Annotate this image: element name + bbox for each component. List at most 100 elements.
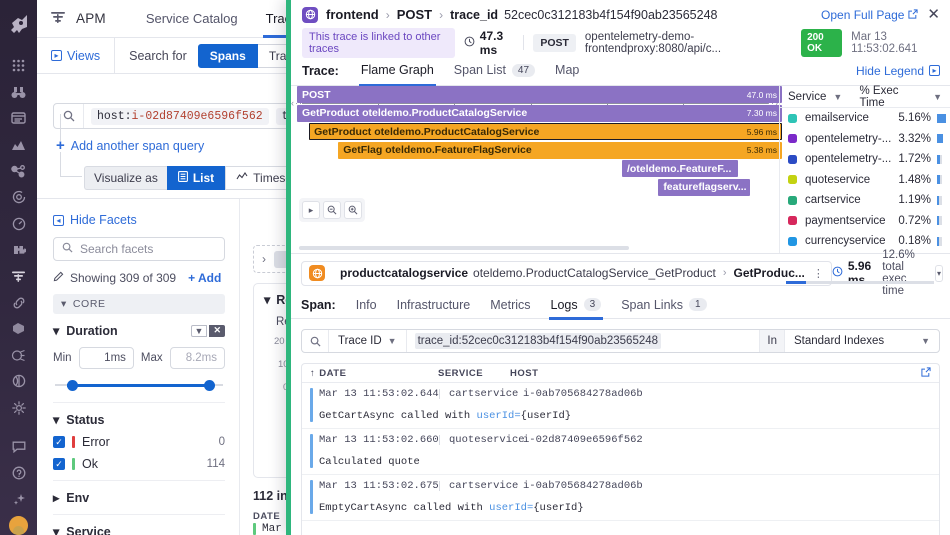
log-row[interactable]: Mar 13 11:53:02.660quoteservicei-02d8740… (302, 429, 939, 475)
tab-flame-graph[interactable]: Flame Graph (351, 56, 444, 85)
performance-gauge-icon[interactable] (6, 212, 32, 236)
span-service-name[interactable]: productcatalogservice (340, 266, 468, 280)
tab-span-links[interactable]: Span Links 1 (611, 292, 716, 319)
viz-option-list[interactable]: List (167, 166, 225, 190)
tab-info[interactable]: Info (346, 292, 387, 319)
modal-method[interactable]: POST (397, 7, 432, 22)
apm-menu-icon[interactable] (50, 10, 66, 27)
close-icon[interactable]: ✕ (927, 7, 940, 22)
legend-rows[interactable]: emailservice5.16%opentelemetry-...3.32%o… (780, 108, 950, 252)
facet-filter-icon[interactable]: ▼ (191, 325, 208, 337)
edit-pencil-icon[interactable] (53, 271, 64, 285)
global-nav-rail[interactable] (0, 0, 37, 535)
ci-gear-icon[interactable] (6, 396, 32, 420)
request-url[interactable]: opentelemetry-demo-frontendproxy:8080/ap… (585, 31, 792, 55)
facet-value-error[interactable]: ✓ Error 0 (53, 435, 225, 449)
facet-duration-header[interactable]: ▾ Duration ▼ ✕ (53, 323, 225, 338)
flame-bar-2[interactable]: GetProduct oteldemo.ProductCatalogServic… (309, 123, 782, 140)
legend-row[interactable]: quoteservice1.48% (780, 170, 950, 191)
reset-view-icon[interactable]: ▸ (302, 201, 320, 219)
legend-row[interactable]: cartservice1.19% (780, 190, 950, 211)
log-search-bar[interactable]: Trace ID ▼ trace_id:52cec0c312183b4f154f… (301, 329, 940, 353)
help-icon[interactable] (6, 461, 32, 485)
open-full-page-button[interactable]: Open Full Page (821, 8, 918, 22)
span-breadcrumb[interactable]: productcatalogservice oteldemo.ProductCa… (301, 261, 832, 286)
flame-bar-4[interactable]: /oteldemo.FeatureF... (622, 160, 738, 177)
facet-status-header[interactable]: ▾ Status (53, 412, 225, 427)
log-row[interactable]: Mar 13 11:53:02.644cartservicei-0ab70568… (302, 383, 939, 429)
integrations-puzzle-icon[interactable] (6, 238, 32, 262)
feedback-chat-icon[interactable] (6, 435, 32, 459)
traces-link-icon[interactable] (6, 290, 32, 314)
zoom-in-icon[interactable] (344, 201, 362, 219)
facet-clear-icon[interactable]: ✕ (209, 325, 225, 337)
legend-row[interactable]: emailservice5.16% (780, 108, 950, 129)
user-avatar[interactable] (9, 516, 28, 534)
span-name-truncated[interactable]: GetProduc... (734, 266, 805, 280)
legend-col-service[interactable]: Service▼ (788, 91, 860, 103)
legend-col-exec-time[interactable]: % Exec Time▼ (860, 85, 942, 109)
logs-stack-icon[interactable] (6, 317, 32, 341)
duration-max-input[interactable]: 8.2ms (170, 347, 225, 369)
legend-row[interactable]: opentelemetry-...1.72% (780, 149, 950, 170)
log-search-scope-select[interactable]: Trace ID ▼ (328, 330, 407, 352)
facet-search-input[interactable]: Search facets (53, 237, 225, 261)
log-col-host[interactable]: HOST (510, 368, 921, 379)
facet-service-header[interactable]: ▾ Service (53, 524, 225, 535)
log-col-service[interactable]: SERVICE (438, 368, 510, 379)
flame-graph-scrollbar[interactable] (299, 246, 629, 250)
watchdog-binoculars-icon[interactable] (6, 80, 32, 104)
open-logs-external-icon[interactable] (921, 367, 931, 380)
collapse-span-panel-icon[interactable]: ▾ (935, 265, 943, 282)
synthetics-target-icon[interactable] (6, 185, 32, 209)
modal-service-name[interactable]: frontend (326, 7, 379, 22)
query-chip-host[interactable]: host:i-02d87409e6596f562 (91, 108, 269, 125)
dashboards-icon[interactable] (6, 106, 32, 130)
security-icon[interactable] (6, 369, 32, 393)
tab-infrastructure[interactable]: Infrastructure (387, 292, 481, 319)
apm-filter-icon[interactable] (6, 264, 32, 288)
hide-legend-button[interactable]: Hide Legend ▸ (856, 64, 940, 78)
checkbox-checked-icon[interactable]: ✓ (53, 436, 65, 448)
ai-sparkle-icon[interactable] (6, 487, 32, 511)
facet-section-core[interactable]: ▾ CORE (53, 294, 225, 314)
segment-spans[interactable]: Spans (198, 44, 258, 68)
log-row[interactable]: Mar 13 11:53:02.675cartservicei-0ab70568… (302, 475, 939, 521)
metrics-area-chart-icon[interactable] (6, 133, 32, 157)
log-rows[interactable]: Mar 13 11:53:02.644cartservicei-0ab70568… (302, 383, 939, 521)
flame-bar-0[interactable]: POST47.0 ms (297, 86, 782, 103)
nav-tab-service-catalog[interactable]: Service Catalog (132, 0, 252, 38)
log-search-query-input[interactable]: trace_id:52cec0c312183b4f154f90ab2356524… (407, 330, 760, 352)
legend-row[interactable]: paymentservice0.72% (780, 211, 950, 232)
tab-metrics[interactable]: Metrics (480, 292, 540, 319)
add-span-query-button[interactable]: + Add another span query (56, 138, 204, 153)
legend-row[interactable]: opentelemetry-...3.32% (780, 129, 950, 150)
facet-add-button[interactable]: + Add (188, 271, 221, 285)
service-map-icon[interactable] (6, 159, 32, 183)
log-col-date[interactable]: ↑ DATE (310, 368, 438, 379)
span-more-options-icon[interactable]: ⋮ (813, 267, 824, 280)
duration-min-input[interactable]: 1ms (79, 347, 134, 369)
facet-value-ok[interactable]: ✓ Ok 114 (53, 457, 225, 471)
zoom-out-icon[interactable] (323, 201, 341, 219)
datadog-logo[interactable] (4, 8, 34, 39)
tab-logs[interactable]: Logs 3 (541, 292, 612, 319)
slider-knob-min[interactable] (67, 380, 78, 391)
checkbox-checked-icon[interactable]: ✓ (53, 458, 65, 470)
rum-icon[interactable] (6, 343, 32, 367)
flame-graph-zoom-controls[interactable]: ▸ (299, 198, 365, 222)
views-button[interactable]: ▸ Views (37, 38, 115, 73)
flame-graph[interactable]: ‹··· ···› 42 ms43 ms44 ms45 ms46 ms4 POS… (291, 86, 779, 253)
linked-traces-badge[interactable]: This trace is linked to other traces (302, 28, 455, 58)
facet-env-header[interactable]: ▸ Env (53, 490, 225, 505)
tab-span-list[interactable]: Span List 47 (444, 56, 545, 85)
apps-grid-icon[interactable] (6, 54, 32, 78)
log-index-select[interactable]: Standard Indexes ▼ (784, 330, 939, 352)
flame-bar-5[interactable]: featureflagserv... (658, 179, 750, 196)
flame-bar-3[interactable]: GetFlag oteldemo.FeatureFlagService5.38 … (338, 142, 782, 159)
hide-facets-button[interactable]: ◂ Hide Facets (37, 199, 239, 227)
duration-range-slider[interactable] (53, 377, 225, 393)
tab-map[interactable]: Map (545, 56, 589, 85)
trace-id-value[interactable]: 52cec0c312183b4f154f90ab23565248 (504, 8, 717, 22)
slider-knob-max[interactable] (204, 380, 215, 391)
